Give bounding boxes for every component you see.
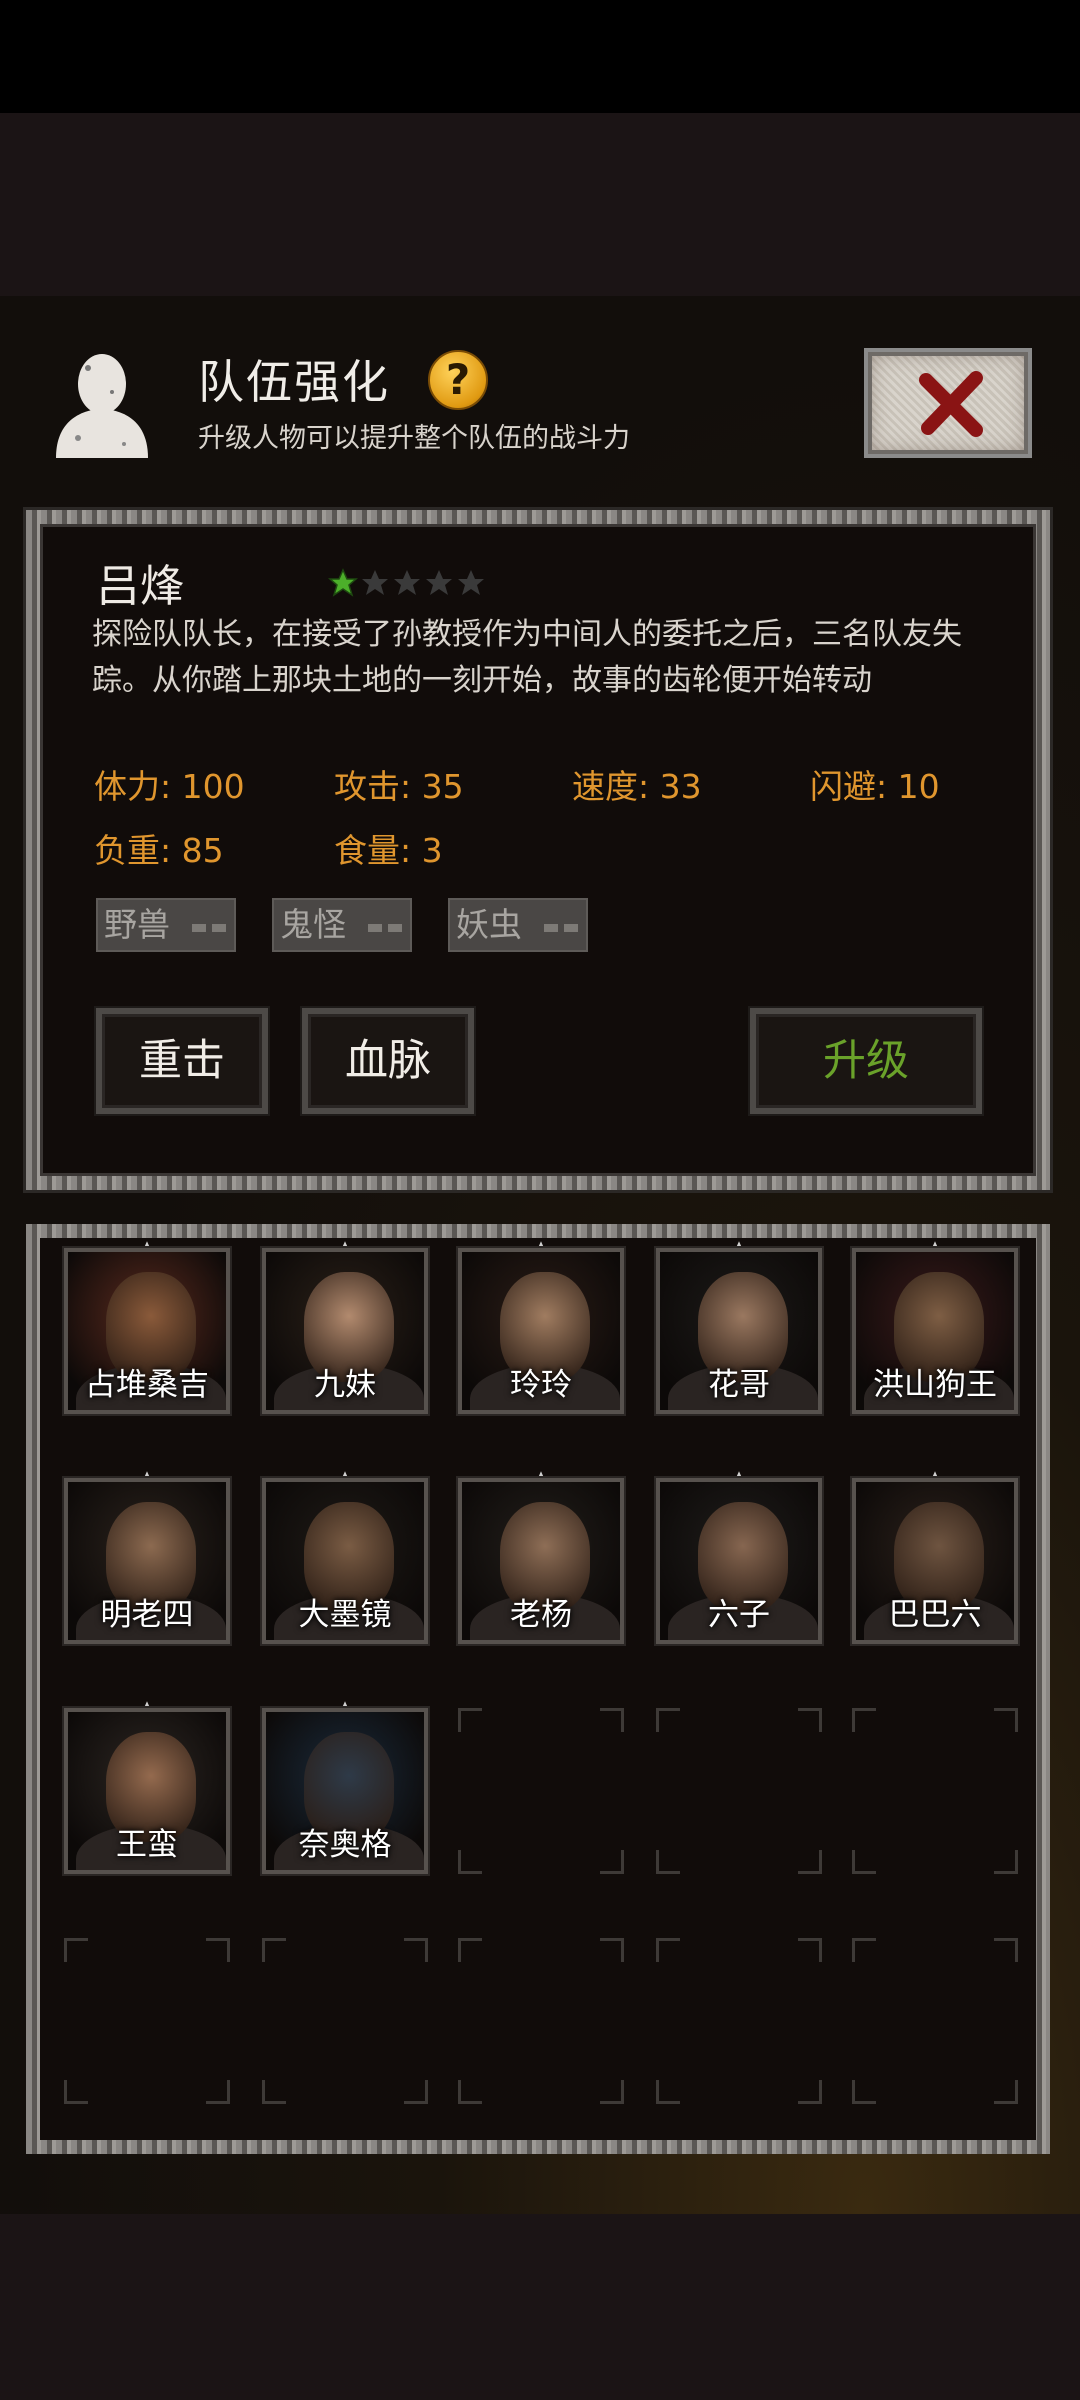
roster-character-name: 巴巴六 [888, 1597, 982, 1633]
roster-character-card[interactable]: 明老四 [64, 1478, 230, 1644]
roster-character-card[interactable]: 洪山狗王 [852, 1248, 1018, 1414]
roster-character-name: 玲玲 [510, 1367, 572, 1403]
roster-character-name: 占堆桑吉 [85, 1367, 209, 1403]
bottom-backdrop [0, 2214, 1080, 2400]
empty-roster-slot [656, 1708, 822, 1874]
star-icon-active [328, 568, 358, 597]
bloodline-button[interactable]: 血脉 [302, 1008, 474, 1114]
roster-character-card[interactable]: 大墨镜 [262, 1478, 428, 1644]
close-button[interactable] [864, 348, 1032, 458]
roster-character-name: 大墨镜 [298, 1597, 392, 1633]
roster-character-name: 九妹 [314, 1367, 376, 1403]
upgrade-button[interactable]: 升级 [750, 1008, 982, 1114]
star-icon [394, 570, 420, 595]
roster-character-name: 奈奥格 [298, 1827, 392, 1863]
empty-roster-slot [656, 1938, 822, 2104]
character-name: 吕烽 [96, 561, 184, 612]
top-backdrop [0, 113, 1080, 296]
star-icon [426, 570, 452, 595]
stat-dodge: 闪避: 10 [810, 767, 940, 806]
empty-roster-slot [852, 1938, 1018, 2104]
heavy-strike-button[interactable]: 重击 [96, 1008, 268, 1114]
stat-stamina: 体力: 100 [94, 767, 245, 806]
roster-character-card[interactable]: 九妹 [262, 1248, 428, 1414]
tag-ghost: 鬼怪 [272, 898, 412, 952]
tag-insect: 妖虫 [448, 898, 588, 952]
page-subtitle: 升级人物可以提升整个队伍的战斗力 [198, 423, 630, 454]
roster-character-card[interactable]: 奈奥格 [262, 1708, 428, 1874]
roster-character-name: 六子 [708, 1597, 770, 1633]
roster-character-card[interactable]: 王蛮 [64, 1708, 230, 1874]
user-silhouette-icon [48, 348, 156, 458]
roster-character-card[interactable]: 占堆桑吉 [64, 1248, 230, 1414]
empty-roster-slot [64, 1938, 230, 2104]
empty-roster-slot [458, 1938, 624, 2104]
character-description: 探险队队长，在接受了孙教授作为中间人的委托之后，三名队友失踪。从你踏上那块土地的… [92, 617, 962, 698]
roster-character-name: 洪山狗王 [873, 1367, 997, 1403]
stat-appetite: 食量: 3 [334, 831, 443, 870]
stat-speed: 速度: 33 [572, 767, 702, 806]
empty-roster-slot [458, 1708, 624, 1874]
star-icon [458, 570, 484, 595]
stat-attack: 攻击: 35 [334, 767, 464, 806]
roster-character-name: 明老四 [100, 1597, 194, 1633]
empty-roster-slot [262, 1938, 428, 2104]
roster-character-card[interactable]: 六子 [656, 1478, 822, 1644]
roster-character-name: 王蛮 [116, 1827, 178, 1863]
roster-character-card[interactable]: 老杨 [458, 1478, 624, 1644]
status-bar [0, 0, 1080, 113]
roster-character-card[interactable]: 巴巴六 [852, 1478, 1018, 1644]
empty-roster-slot [852, 1708, 1018, 1874]
star-icon [362, 570, 388, 595]
star-rating [328, 568, 486, 598]
close-x-icon [919, 371, 983, 437]
roster-character-card[interactable]: 花哥 [656, 1248, 822, 1414]
roster-character-name: 老杨 [510, 1597, 572, 1633]
roster-character-name: 花哥 [708, 1367, 770, 1403]
question-icon[interactable]: ? [428, 350, 488, 410]
tag-beast: 野兽 [96, 898, 236, 952]
page-title: 队伍强化 [198, 355, 390, 409]
stat-load: 负重: 85 [94, 831, 224, 870]
roster-character-card[interactable]: 玲玲 [458, 1248, 624, 1414]
